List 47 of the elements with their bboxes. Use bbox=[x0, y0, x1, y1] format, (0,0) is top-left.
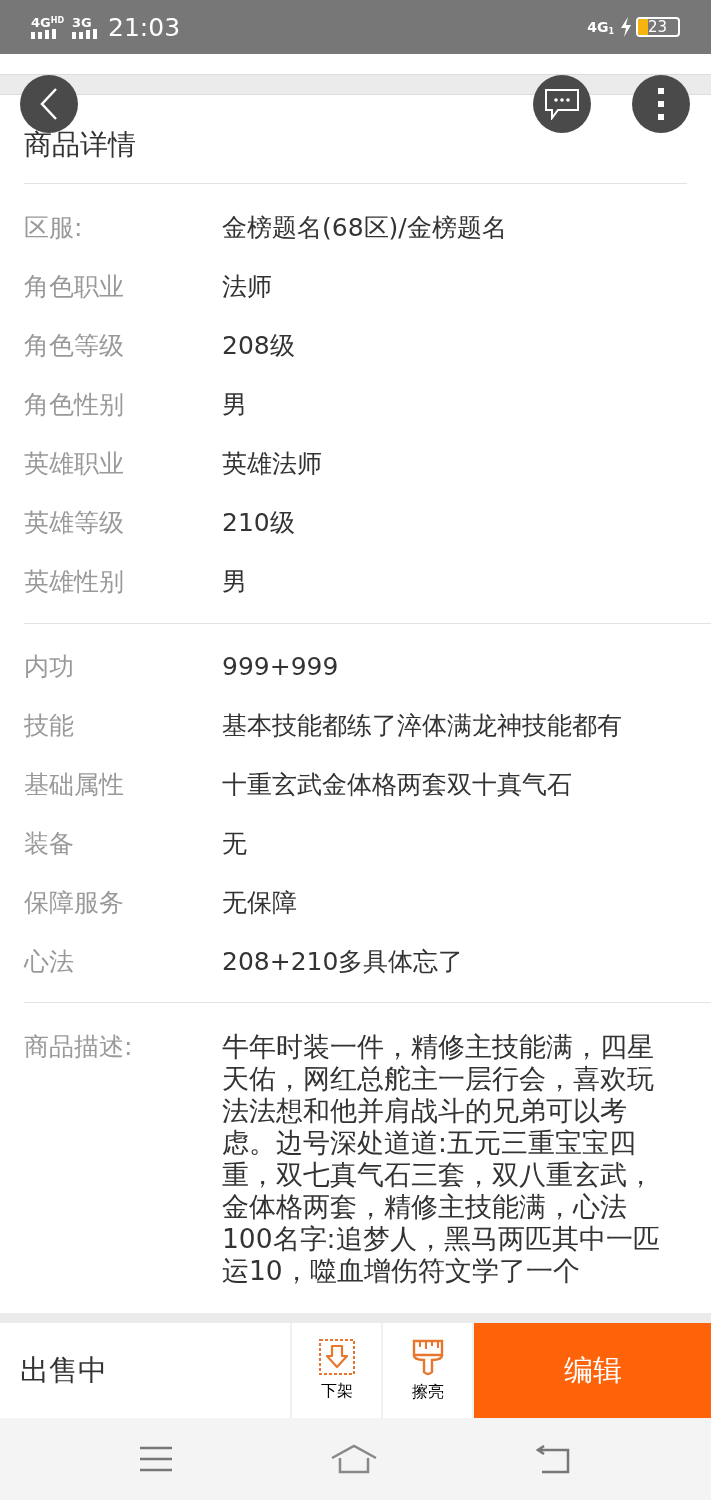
field-label: 角色等级 bbox=[24, 329, 125, 362]
brush-icon bbox=[410, 1337, 445, 1376]
field-value: 210级 bbox=[222, 506, 295, 539]
field-label: 区服: bbox=[24, 211, 84, 244]
clock: 21:03 bbox=[108, 14, 181, 40]
field-value: 208级 bbox=[222, 329, 295, 362]
field-label: 技能 bbox=[24, 709, 75, 742]
field-label: 英雄职业 bbox=[24, 447, 125, 480]
field-value: 十重玄武金体格两套双十真气石 bbox=[222, 768, 572, 801]
action-button[interactable]: 擦亮 bbox=[383, 1323, 472, 1418]
field-value: 英雄法师 bbox=[222, 447, 322, 480]
more-button[interactable] bbox=[632, 75, 690, 133]
field-label: 心法 bbox=[24, 945, 75, 978]
battery-percent: 23 bbox=[648, 19, 668, 35]
field-label: 基础属性 bbox=[24, 768, 125, 801]
field-value: 999+999 bbox=[222, 650, 339, 683]
menu-icon[interactable] bbox=[138, 1445, 173, 1473]
description-text: 牛年时装一件，精修主技能满，四星天佑，网红总舵主一层行会，喜欢玩法法想和他并肩战斗的兄弟可以考虑。边号深处道道:五元三重宝宝四重，双七真气石三套，双八重玄武，金体格两套，精修主技能满，心法100名字:追梦人，黑马两匹其中一匹运10，噬血增伤符文学了一个 bbox=[222, 1031, 661, 1287]
field-value: 无 bbox=[222, 827, 247, 860]
listing-status: 出售中 bbox=[20, 1351, 107, 1389]
battery-fill bbox=[638, 19, 648, 35]
field-value: 208+210多具体忘了 bbox=[222, 945, 464, 978]
action-button[interactable]: 下架 bbox=[292, 1323, 381, 1418]
chat-bubble-icon bbox=[544, 88, 580, 120]
field-label: 保障服务 bbox=[24, 886, 125, 919]
page-title: 商品详情 bbox=[24, 127, 136, 163]
chevron-left-icon bbox=[39, 87, 59, 121]
field-label: 装备 bbox=[24, 827, 75, 860]
field-value: 男 bbox=[222, 388, 247, 421]
more-vertical-icon bbox=[658, 88, 664, 120]
field-value: 男 bbox=[222, 565, 247, 598]
field-value: 法师 bbox=[222, 270, 272, 303]
field-label: 商品描述: bbox=[24, 1031, 134, 1063]
field-label: 英雄等级 bbox=[24, 506, 125, 539]
field-value: 基本技能都练了淬体满龙神技能都有 bbox=[222, 709, 622, 742]
field-label: 角色性别 bbox=[24, 388, 125, 421]
field-value: 金榜题名(68区)/金榜题名 bbox=[222, 211, 507, 244]
network-label: 4G$^{HD}$ bbox=[31, 15, 65, 29]
home-icon[interactable] bbox=[330, 1444, 379, 1474]
message-button[interactable] bbox=[533, 75, 591, 133]
field-label: 内功 bbox=[24, 650, 75, 683]
signal-icon bbox=[31, 28, 59, 39]
field-label: 英雄性别 bbox=[24, 565, 125, 598]
network-label: 4G$_{1}$ bbox=[587, 17, 614, 38]
network-label: 3G bbox=[72, 15, 92, 29]
field-label: 角色职业 bbox=[24, 270, 125, 303]
field-value: 无保障 bbox=[222, 886, 297, 919]
